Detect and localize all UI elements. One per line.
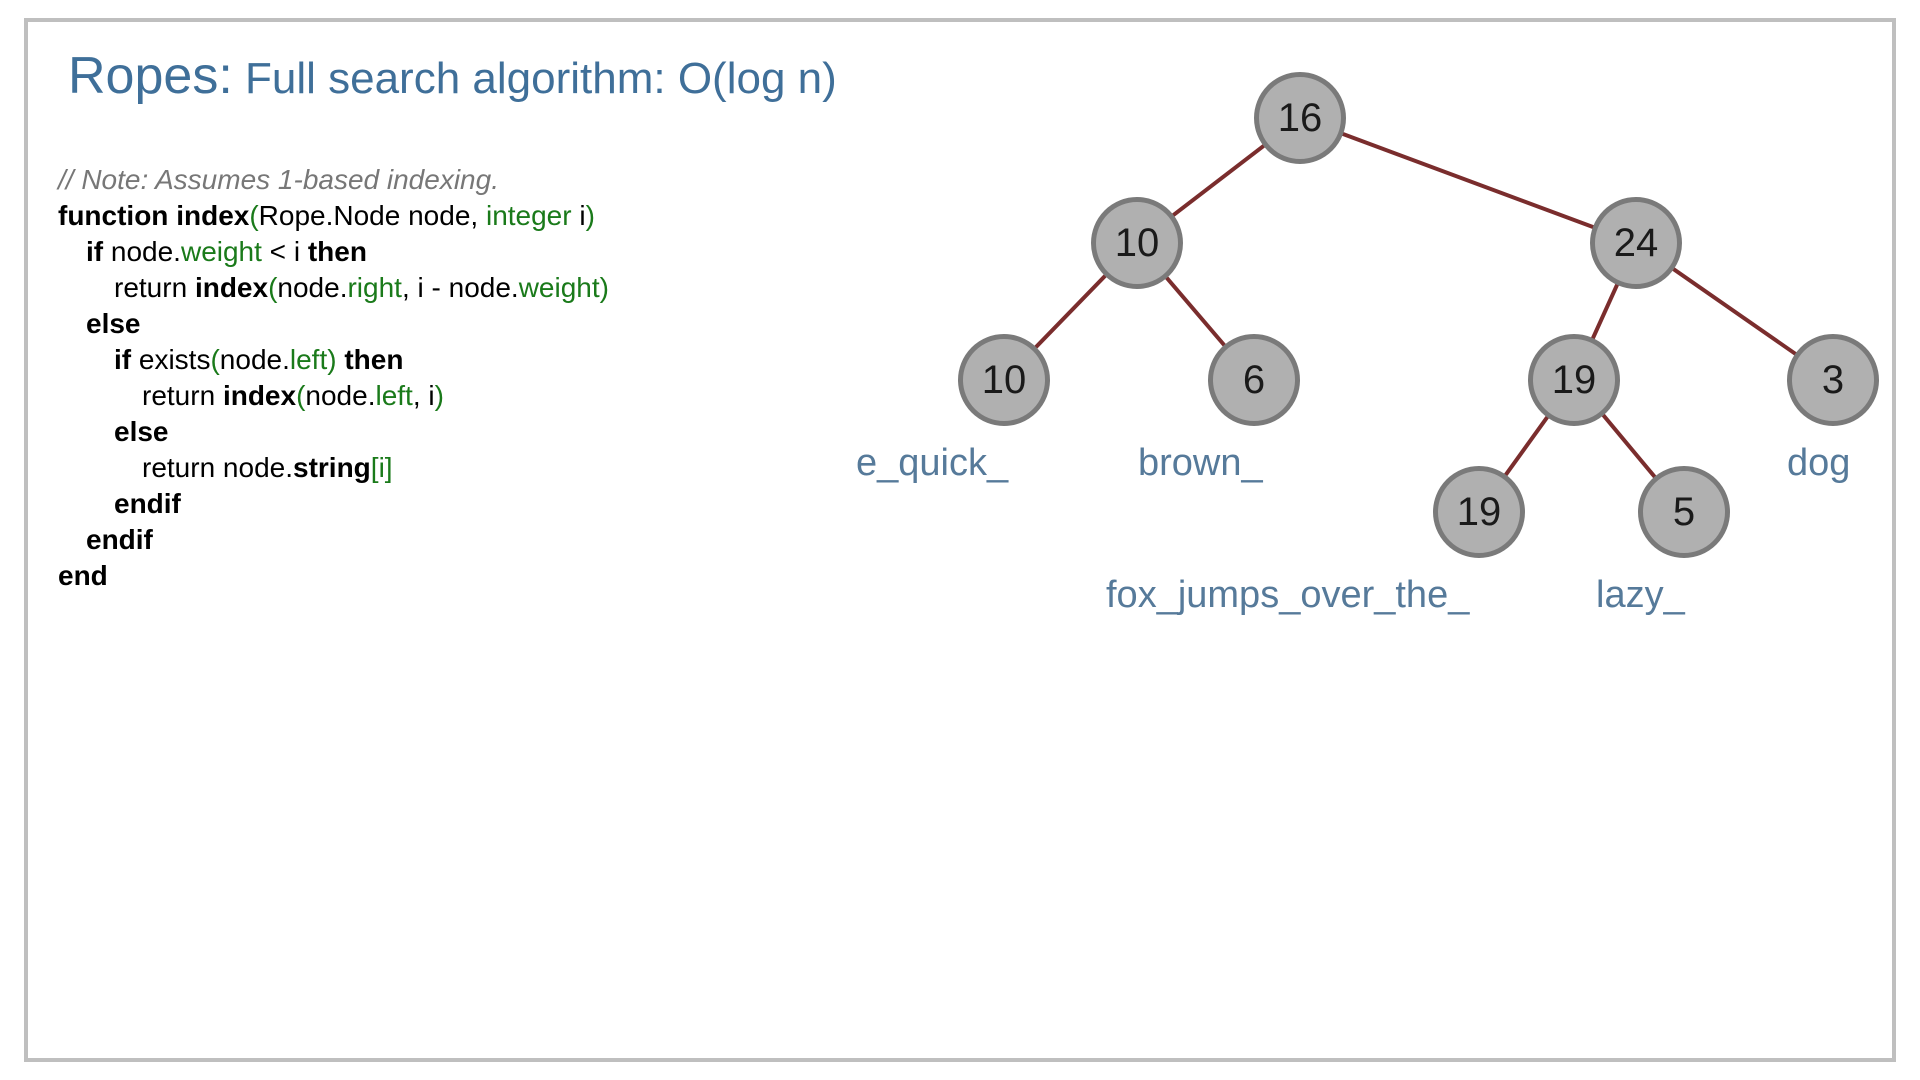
edge-root-n24 xyxy=(1300,118,1636,243)
tree-node-l10: 10 xyxy=(958,334,1050,426)
leaf-text-t_lazy: lazy_ xyxy=(1596,574,1685,617)
tree-edges xyxy=(28,22,1900,1066)
tree-node-l6: 6 xyxy=(1208,334,1300,426)
tree-node-n24: 24 xyxy=(1590,197,1682,289)
tree-node-n19: 19 xyxy=(1528,334,1620,426)
tree-node-l19b: 19 xyxy=(1433,466,1525,558)
leaf-text-t_brown: brown_ xyxy=(1138,442,1263,485)
tree-node-l5: 5 xyxy=(1638,466,1730,558)
tree-node-l3: 3 xyxy=(1787,334,1879,426)
leaf-text-t_fox: fox_jumps_over_the_ xyxy=(1106,574,1469,617)
tree-node-n10: 10 xyxy=(1091,197,1183,289)
slide-frame: Ropes: Full search algorithm: O(log n) /… xyxy=(24,18,1896,1062)
leaf-text-t_dog: dog xyxy=(1787,442,1850,485)
tree-node-root: 16 xyxy=(1254,72,1346,164)
leaf-text-t_quick: e_quick_ xyxy=(856,442,1008,485)
